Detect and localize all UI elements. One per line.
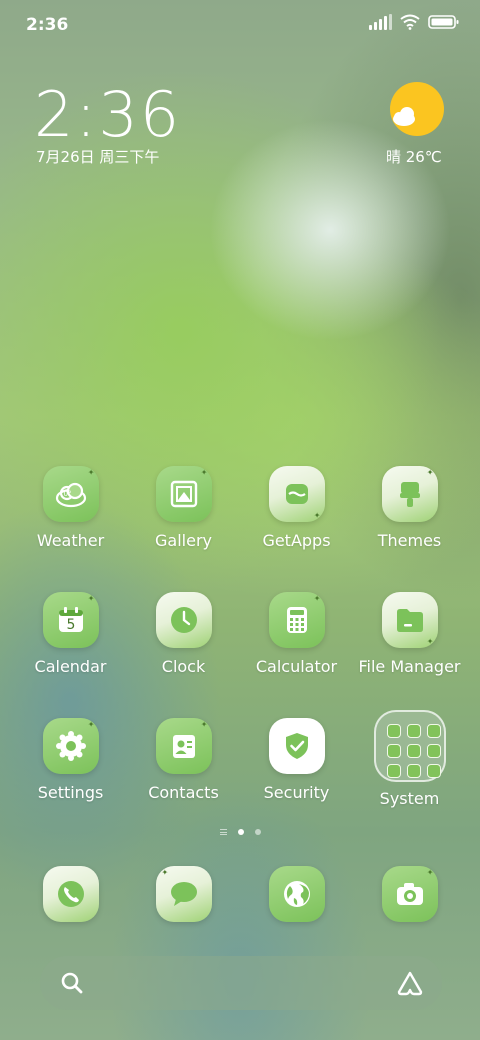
app-label: System	[379, 789, 440, 808]
app-contacts[interactable]: ✦ Contacts	[127, 718, 240, 828]
folder-icon	[373, 710, 446, 782]
app-weather[interactable]: 0° ✦ Weather	[14, 466, 127, 576]
sparkle-icon: ✦	[87, 468, 95, 477]
app-label: Clock	[161, 657, 206, 676]
app-file-manager[interactable]: ✦ File Manager	[353, 592, 466, 702]
app-gallery[interactable]: ✦ Gallery	[127, 466, 240, 576]
app-security[interactable]: Security	[240, 718, 353, 828]
app-clock[interactable]: Clock	[127, 592, 240, 702]
app-calendar[interactable]: 5 ✦ Calendar	[14, 592, 127, 702]
contacts-icon: ✦	[155, 718, 212, 774]
page-dot[interactable]	[254, 829, 261, 835]
clock-widget-time[interactable]: 2:36	[34, 78, 181, 151]
calendar-tile-day: 5	[66, 617, 76, 633]
calendar-icon: 5 ✦	[42, 592, 99, 648]
dock-camera[interactable]: ✦	[353, 866, 466, 926]
clock-icon	[155, 592, 212, 648]
sparkle-icon: ✦	[313, 594, 321, 603]
app-calculator[interactable]: ✦ Calculator	[240, 592, 353, 702]
themes-icon: ✦	[381, 466, 438, 522]
status-time: 2:36	[26, 15, 69, 35]
app-label: File Manager	[358, 657, 461, 676]
app-settings[interactable]: ✦ Settings	[14, 718, 127, 828]
wifi-icon	[400, 14, 420, 30]
dock-messages[interactable]: ✦	[127, 866, 240, 926]
sparkle-icon: ✦	[426, 637, 434, 646]
sparkle-icon: ✦	[426, 468, 434, 477]
browser-icon	[268, 866, 325, 922]
app-getapps[interactable]: ✦ GetApps	[240, 466, 353, 576]
messages-icon: ✦	[155, 866, 212, 922]
dock-browser[interactable]	[240, 866, 353, 926]
gallery-icon: ✦	[155, 466, 212, 522]
sun-cloud-icon[interactable]	[390, 82, 444, 136]
file-manager-icon: ✦	[381, 592, 438, 648]
app-label: GetApps	[262, 531, 331, 550]
app-label: Calendar	[34, 657, 107, 676]
clock-widget-date: 7月26日 周三下午	[36, 148, 160, 166]
dock-phone[interactable]	[14, 866, 127, 926]
app-label: Security	[263, 783, 330, 802]
app-label: Themes	[377, 531, 442, 550]
security-icon	[268, 718, 325, 774]
app-label: Contacts	[148, 783, 219, 802]
sparkle-icon: ✦	[426, 868, 434, 877]
battery-icon	[428, 15, 459, 29]
app-label: Gallery	[155, 531, 212, 550]
calculator-icon: ✦	[268, 592, 325, 648]
page-dot-active[interactable]	[237, 829, 244, 835]
page-indicator[interactable]	[0, 829, 480, 835]
sparkle-icon: ✦	[200, 468, 208, 477]
page-list-icon[interactable]	[219, 829, 227, 835]
folder-system[interactable]: System	[353, 710, 466, 828]
signal-icon	[369, 14, 392, 30]
weather-widget-text: 晴 26℃	[386, 148, 442, 166]
sparkle-icon: ✦	[87, 594, 95, 603]
sparkle-icon: ✦	[200, 720, 208, 729]
search-icon[interactable]	[60, 971, 84, 995]
status-icons	[369, 14, 460, 30]
camera-icon: ✦	[381, 866, 438, 922]
assistant-icon[interactable]	[396, 970, 424, 996]
sparkle-icon: ✦	[313, 511, 321, 520]
getapps-icon: ✦	[268, 466, 325, 522]
app-label: Calculator	[255, 657, 338, 676]
sparkle-icon: ✦	[161, 868, 169, 877]
search-bar[interactable]	[40, 956, 442, 1010]
settings-icon: ✦	[42, 718, 99, 774]
app-themes[interactable]: ✦ Themes	[353, 466, 466, 576]
sparkle-icon: ✦	[87, 720, 95, 729]
weather-icon: 0° ✦	[42, 466, 99, 522]
app-label: Weather	[36, 531, 105, 550]
weather-tile-temp: 0°	[63, 490, 72, 498]
status-bar: 2:36	[0, 0, 480, 50]
app-label: Settings	[37, 783, 104, 802]
phone-icon	[42, 866, 99, 922]
